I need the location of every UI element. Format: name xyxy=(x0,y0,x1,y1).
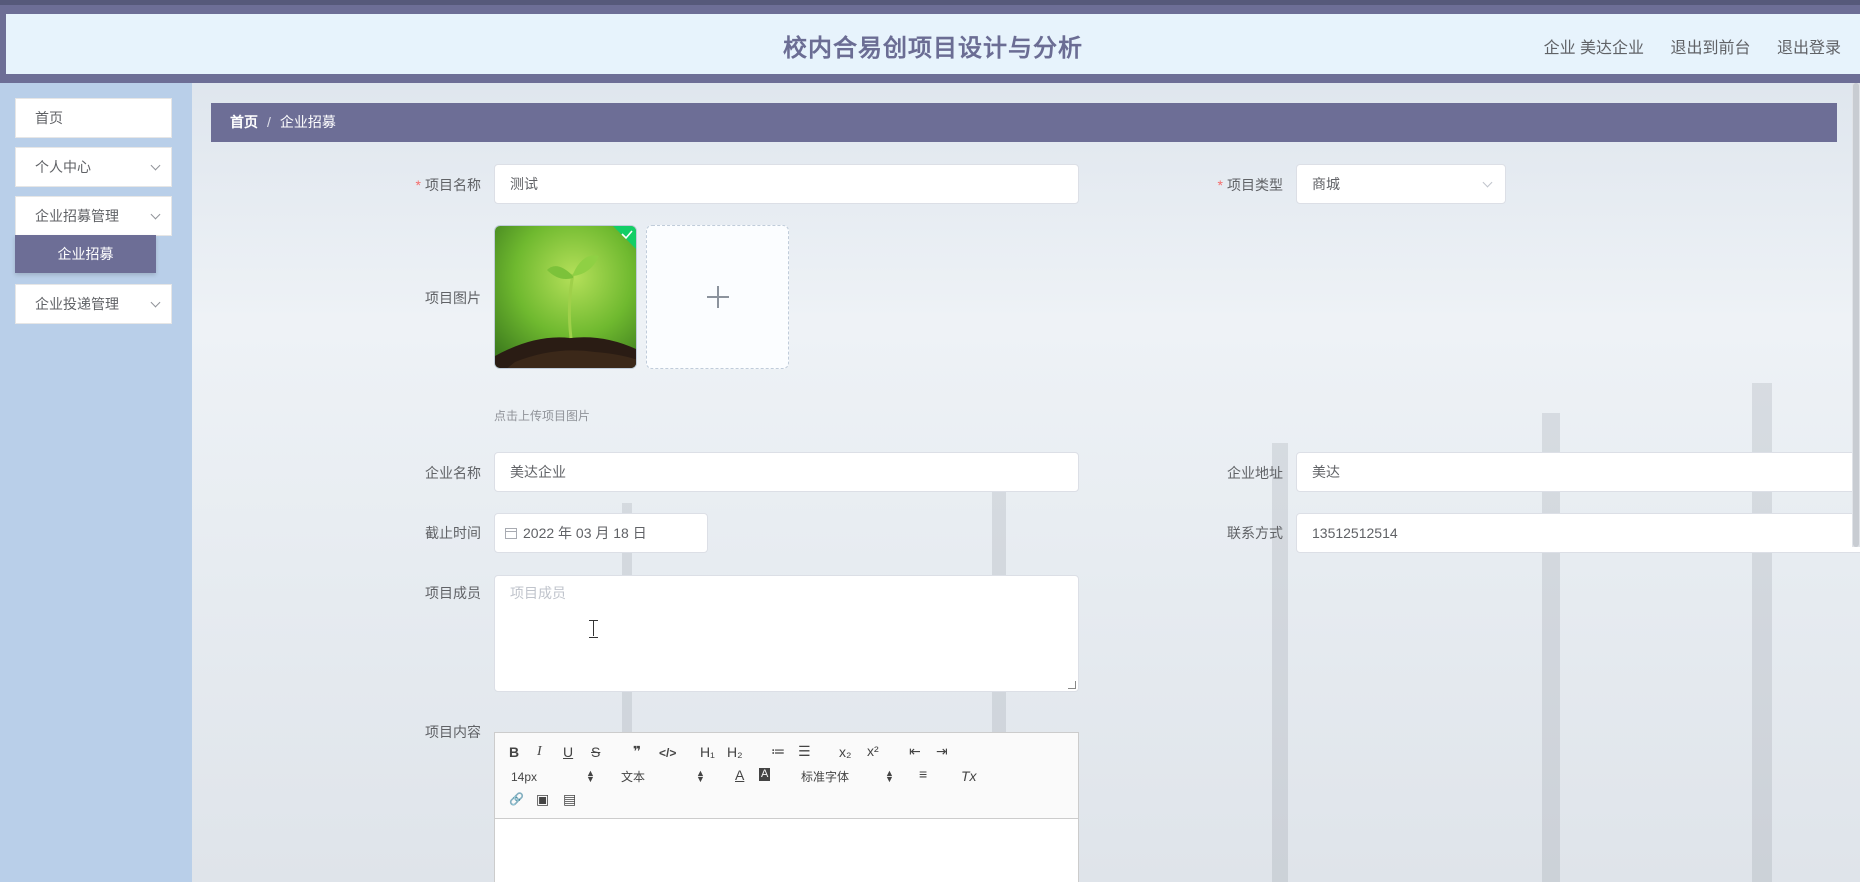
label-text: 项目类型 xyxy=(1227,177,1283,193)
sidebar-item-label: 企业招募管理 xyxy=(35,208,119,224)
align-button[interactable]: ≡ xyxy=(919,765,927,783)
background-decoration xyxy=(1272,443,1288,882)
superscript-button[interactable]: x² xyxy=(867,742,879,760)
header: 校内合易创项目设计与分析 企业 美达企业 退出到前台 退出登录 xyxy=(0,5,1860,83)
bullet-list-button[interactable]: ☰ xyxy=(798,742,811,760)
header-inner: 校内合易创项目设计与分析 企业 美达企业 退出到前台 退出登录 xyxy=(6,14,1860,74)
user-label: 企业 美达企业 xyxy=(1543,40,1645,57)
company-address-input[interactable]: 美达 xyxy=(1296,452,1860,492)
font-family-select[interactable]: 标准字体 xyxy=(801,768,849,786)
breadcrumb: 首页 / 企业招募 xyxy=(211,103,1837,142)
code-block-button[interactable]: </> xyxy=(659,744,676,762)
strike-button[interactable]: S xyxy=(591,743,600,761)
italic-button[interactable]: I xyxy=(537,743,542,761)
company-name-input[interactable]: 美达企业 xyxy=(494,452,1079,492)
sidebar: 首页 个人中心 企业招募管理 企业招募 企业投递管理 xyxy=(0,83,192,882)
members-label: 项目成员 xyxy=(425,585,481,601)
header-links: 企业 美达企业 退出到前台 退出登录 xyxy=(1522,34,1841,58)
select-caret-icon: ▲ ▼ xyxy=(586,768,595,784)
video-button[interactable]: ▤ xyxy=(563,790,576,808)
chevron-down-icon xyxy=(1482,177,1493,188)
chevron-down-icon xyxy=(150,297,161,308)
uploaded-image-thumbnail[interactable] xyxy=(494,225,637,369)
sidebar-item-delivery-management[interactable]: 企业投递管理 xyxy=(15,284,172,324)
sidebar-item-label: 企业投递管理 xyxy=(35,296,119,312)
logout-link[interactable]: 退出登录 xyxy=(1777,40,1841,57)
company-name-label: 企业名称 xyxy=(425,465,481,481)
sidebar-item-personal-center[interactable]: 个人中心 xyxy=(15,147,172,187)
required-mark: * xyxy=(1217,177,1223,193)
text-style-select[interactable]: 文本 xyxy=(621,768,645,786)
editor-toolbar: B I U S ❞ </> H₁ H₂ ≔ ☰ x₂ x² ⇤ ⇥ 14px ▲… xyxy=(495,733,1078,819)
font-size-select[interactable]: 14px xyxy=(511,768,537,786)
background-color-button[interactable]: A xyxy=(759,768,771,781)
sidebar-subitem-recruit[interactable]: 企业招募 xyxy=(15,235,156,273)
members-placeholder: 项目成员 xyxy=(510,585,566,601)
blockquote-button[interactable]: ❞ xyxy=(633,742,641,760)
project-type-label: * 项目类型 xyxy=(1191,175,1283,195)
deadline-label: 截止时间 xyxy=(425,525,481,541)
outdent-button[interactable]: ⇤ xyxy=(909,742,921,760)
calendar-icon xyxy=(505,528,517,539)
main-content: 首页 / 企业招募 * 项目名称 测试 * 项目类型 商城 项目图片 点击上传项… xyxy=(192,83,1860,882)
image-button[interactable]: ▣ xyxy=(536,790,549,808)
sidebar-item-label: 企业招募 xyxy=(57,246,114,262)
chevron-down-icon xyxy=(150,160,161,171)
scrollbar-track[interactable] xyxy=(1852,83,1860,547)
project-name-label: * 项目名称 xyxy=(391,175,481,195)
deadline-value: 2022 年 03 月 18 日 xyxy=(523,525,647,541)
contact-input[interactable]: 13512512514 xyxy=(1296,513,1860,553)
scrollbar-thumb[interactable] xyxy=(1853,83,1859,547)
subscript-button[interactable]: x₂ xyxy=(839,743,851,761)
required-mark: * xyxy=(415,177,421,193)
plus-icon xyxy=(717,286,719,308)
indent-button[interactable]: ⇥ xyxy=(936,742,948,760)
deadline-date-picker[interactable]: 2022 年 03 月 18 日 xyxy=(494,513,708,553)
members-textarea[interactable]: 项目成员 xyxy=(494,575,1079,692)
project-type-select[interactable]: 商城 xyxy=(1296,164,1506,204)
header-1-button[interactable]: H₁ xyxy=(700,743,715,761)
to-frontend-link[interactable]: 退出到前台 xyxy=(1671,40,1751,57)
sidebar-item-label: 个人中心 xyxy=(35,159,91,175)
project-image-label: 项目图片 xyxy=(425,290,481,306)
project-type-value: 商城 xyxy=(1312,176,1340,192)
upload-hint: 点击上传项目图片 xyxy=(494,409,591,423)
resize-handle[interactable] xyxy=(1068,681,1076,689)
sidebar-item-home[interactable]: 首页 xyxy=(15,98,172,138)
header-2-button[interactable]: H₂ xyxy=(727,743,743,761)
breadcrumb-separator: / xyxy=(267,114,271,130)
label-text: 项目名称 xyxy=(425,177,481,193)
company-address-label: 企业地址 xyxy=(1227,465,1283,481)
sidebar-item-label: 首页 xyxy=(35,110,63,126)
project-name-input[interactable]: 测试 xyxy=(494,164,1079,204)
rich-text-editor[interactable]: B I U S ❞ </> H₁ H₂ ≔ ☰ x₂ x² ⇤ ⇥ 14px ▲… xyxy=(494,732,1079,882)
text-cursor-icon xyxy=(589,620,598,638)
clean-format-button[interactable]: Tx xyxy=(961,767,977,785)
link-button[interactable]: 🔗 xyxy=(509,790,524,808)
content-label: 项目内容 xyxy=(425,724,481,740)
font-color-button[interactable]: A xyxy=(735,766,744,784)
chevron-down-icon xyxy=(150,209,161,220)
bold-button[interactable]: B xyxy=(509,743,519,761)
breadcrumb-home[interactable]: 首页 xyxy=(230,114,258,130)
seedling-image xyxy=(495,226,636,368)
select-caret-icon: ▲ ▼ xyxy=(696,768,705,784)
breadcrumb-current: 企业招募 xyxy=(279,114,336,130)
sidebar-item-recruit-management[interactable]: 企业招募管理 xyxy=(15,196,172,236)
ordered-list-button[interactable]: ≔ xyxy=(771,742,785,760)
contact-label: 联系方式 xyxy=(1227,525,1283,541)
upload-add-button[interactable] xyxy=(646,225,789,369)
underline-button[interactable]: U xyxy=(563,743,573,761)
select-caret-icon: ▲ ▼ xyxy=(885,768,894,784)
